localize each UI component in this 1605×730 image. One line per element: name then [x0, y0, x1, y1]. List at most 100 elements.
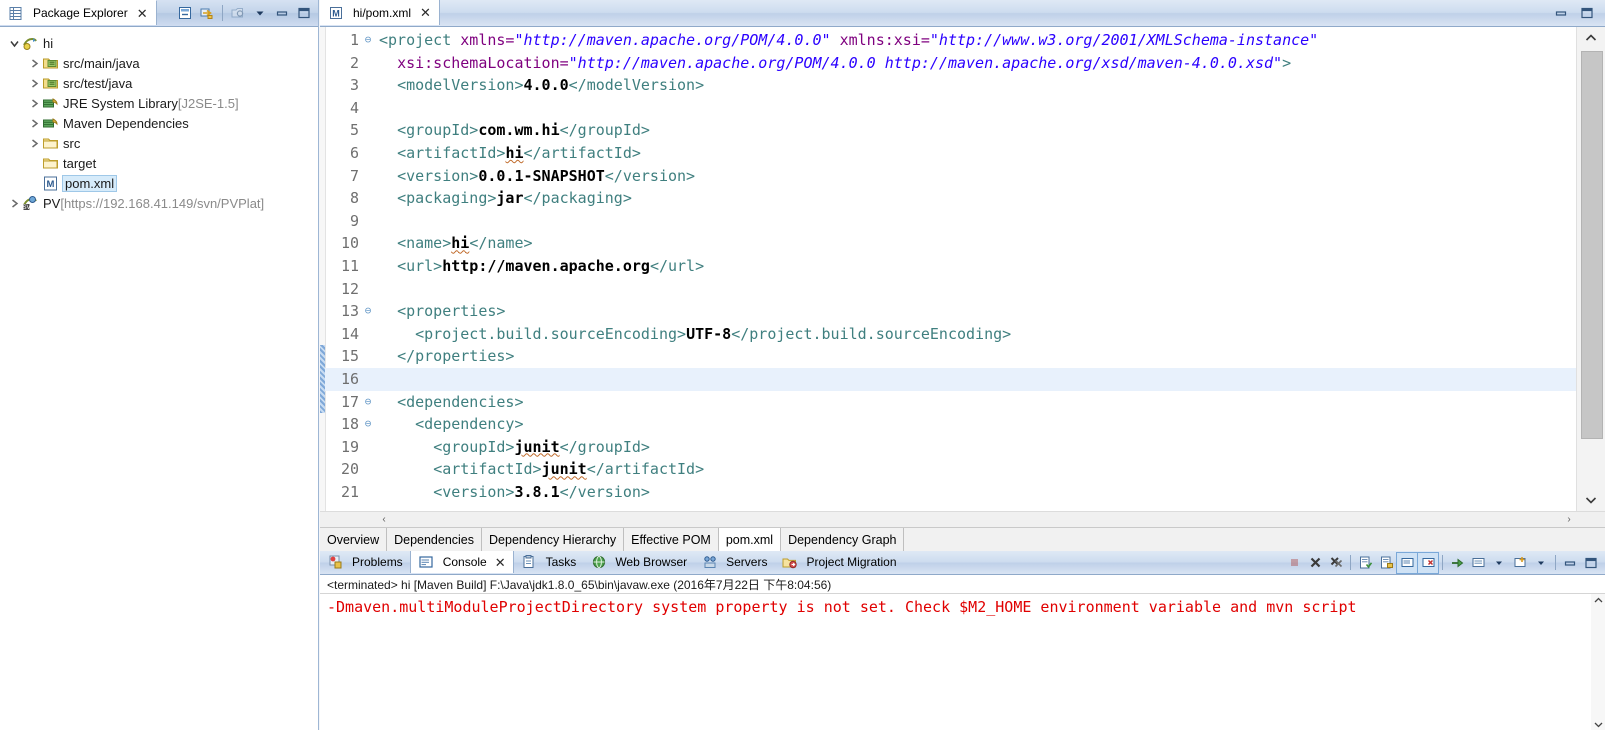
console-tab-console[interactable]: Console ✕: [409, 551, 514, 573]
fold-collapse-icon[interactable]: ⊖: [361, 29, 375, 52]
console-tab-project-migration[interactable]: Project Migration: [774, 551, 903, 573]
chevron-right-icon[interactable]: [26, 75, 42, 91]
tree-item-maven-dependencies[interactable]: Maven Dependencies: [0, 113, 318, 133]
code-scroll-region[interactable]: 1 ⊖ <project xmlns="http://maven.apache.or…: [325, 27, 1577, 511]
tab-package-explorer[interactable]: Package Explorer ✕: [0, 0, 157, 25]
chevron-right-icon[interactable]: [6, 195, 22, 211]
tree-item-pv[interactable]: SV PV [https://192.168.41.149/svn/PVPlat]: [0, 193, 318, 213]
form-tab-effective-pom[interactable]: Effective POM: [624, 528, 719, 551]
code-text: <dependencies>: [397, 392, 524, 411]
project-tree[interactable]: hi src/main/java src/test/java JRE System L…: [0, 27, 318, 213]
tree-item-hi[interactable]: hi: [0, 33, 318, 53]
code-line[interactable]: 9: [325, 210, 1577, 233]
fold-collapse-icon[interactable]: ⊖: [361, 391, 375, 414]
code-lines[interactable]: 1 ⊖ <project xmlns="http://maven.apache.or…: [325, 27, 1577, 503]
terminate-icon[interactable]: [1284, 553, 1304, 573]
scroll-up-icon[interactable]: [1577, 27, 1605, 49]
form-tab-dependencies[interactable]: Dependencies: [387, 528, 483, 551]
chevron-down-icon[interactable]: [6, 35, 22, 51]
console-vertical-scrollbar[interactable]: [1591, 594, 1605, 730]
code-line[interactable]: 18 ⊖ <dependency>: [325, 413, 1577, 436]
code-line[interactable]: 6 <artifactId>hi</artifactId>: [325, 142, 1577, 165]
code-line[interactable]: 13 ⊖ <properties>: [325, 300, 1577, 323]
scroll-lock-icon[interactable]: [1376, 553, 1396, 573]
code-line[interactable]: 5 <groupId>com.wm.hi</groupId>: [325, 119, 1577, 142]
problems-icon: [327, 554, 344, 570]
maximize-icon[interactable]: [294, 3, 314, 23]
code-line[interactable]: 17 ⊖ <dependencies>: [325, 391, 1577, 414]
editor-vertical-scrollbar[interactable]: [1576, 27, 1605, 511]
code-line[interactable]: 21 <version>3.8.1</version>: [325, 481, 1577, 504]
console-output[interactable]: -Dmaven.multiModuleProjectDirectory syst…: [320, 593, 1605, 730]
tree-item-src-main-java[interactable]: src/main/java: [0, 53, 318, 73]
minimize-icon[interactable]: [1560, 553, 1580, 573]
display-console-dropdown-icon[interactable]: [1489, 553, 1509, 573]
minimize-icon[interactable]: [1551, 3, 1571, 23]
fold-collapse-icon[interactable]: ⊖: [361, 300, 375, 323]
code-line[interactable]: 15 </properties>: [325, 345, 1577, 368]
show-console-icon[interactable]: [1396, 551, 1418, 574]
form-tab-overview[interactable]: Overview: [320, 528, 388, 551]
line-number: 20: [340, 460, 359, 479]
scrollbar-thumb[interactable]: [1581, 51, 1603, 439]
collapse-all-icon[interactable]: [175, 3, 195, 23]
form-tab-dependency-hierarchy[interactable]: Dependency Hierarchy: [482, 528, 625, 551]
chevron-right-icon[interactable]: [26, 115, 42, 131]
remove-all-terminated-icon[interactable]: [1326, 553, 1346, 573]
code-line[interactable]: 4: [325, 97, 1577, 120]
view-menu-focus-icon[interactable]: [228, 3, 248, 23]
editor-horizontal-scrollbar[interactable]: ‹ ›: [320, 511, 1605, 527]
tree-item-src-test-java[interactable]: src/test/java: [0, 73, 318, 93]
code-line[interactable]: 12: [325, 278, 1577, 301]
clear-console-icon[interactable]: [1355, 553, 1375, 573]
tree-item-src[interactable]: src: [0, 133, 318, 153]
tab-hi-pom-xml[interactable]: M hi/pom.xml ✕: [320, 0, 440, 25]
tree-item-jre-system-library[interactable]: JRE System Library [J2SE-1.5]: [0, 93, 318, 113]
maximize-icon[interactable]: [1577, 3, 1597, 23]
console-tab-tasks[interactable]: Tasks: [514, 551, 584, 573]
link-with-editor-icon[interactable]: [197, 3, 217, 23]
chevron-right-icon[interactable]: [26, 135, 42, 151]
chevron-down-icon[interactable]: [250, 3, 270, 23]
chevron-right-icon[interactable]: [26, 95, 42, 111]
close-icon[interactable]: ✕: [137, 7, 148, 20]
scroll-down-icon[interactable]: [1577, 489, 1605, 511]
pin-console-icon[interactable]: [1447, 553, 1467, 573]
hscroll-left-icon[interactable]: ‹: [376, 512, 392, 527]
code-line[interactable]: 3 <modelVersion>4.0.0</modelVersion>: [325, 74, 1577, 97]
code-line[interactable]: 10 <name>hi</name>: [325, 232, 1577, 255]
editor-form-tabs[interactable]: Overview Dependencies Dependency Hierarchy…: [320, 527, 1605, 551]
code-line[interactable]: 8 <packaging>jar</packaging>: [325, 187, 1577, 210]
code-line[interactable]: 20 <artifactId>junit</artifactId>: [325, 458, 1577, 481]
scroll-up-icon[interactable]: [1591, 594, 1605, 606]
close-icon[interactable]: ✕: [495, 556, 506, 569]
display-selected-console-icon[interactable]: [1468, 553, 1488, 573]
code-editor[interactable]: 1 ⊖ <project xmlns="http://maven.apache.or…: [320, 27, 1605, 511]
code-line[interactable]: 2 xsi:schemaLocation="http://maven.apach…: [325, 52, 1577, 75]
close-console-icon[interactable]: [1417, 551, 1439, 574]
hscroll-right-icon[interactable]: ›: [1561, 512, 1577, 527]
open-console-dropdown-icon[interactable]: [1531, 553, 1551, 573]
minimize-icon[interactable]: [272, 3, 292, 23]
code-line[interactable]: 16: [325, 367, 1577, 391]
code-line[interactable]: 7 <version>0.0.1-SNAPSHOT</version>: [325, 165, 1577, 188]
code-line[interactable]: 1 ⊖ <project xmlns="http://maven.apache.or…: [325, 29, 1577, 52]
tree-item-target[interactable]: target: [0, 153, 318, 173]
fold-collapse-icon[interactable]: ⊖: [361, 413, 375, 436]
remove-launch-icon[interactable]: [1305, 553, 1325, 573]
chevron-right-icon[interactable]: [26, 55, 42, 71]
form-tab-pom-xml[interactable]: pom.xml: [718, 528, 782, 551]
console-tab-servers[interactable]: Servers: [694, 551, 774, 573]
code-line[interactable]: 14 <project.build.sourceEncoding>UTF-8</…: [325, 323, 1577, 346]
maximize-icon[interactable]: [1581, 553, 1601, 573]
code-line[interactable]: 11 <url>http://maven.apache.org</url>: [325, 255, 1577, 278]
console-tab-web-browser[interactable]: Web Browser: [583, 551, 694, 573]
form-tab-dependency-graph[interactable]: Dependency Graph: [781, 528, 905, 551]
close-icon[interactable]: ✕: [420, 6, 431, 19]
open-console-icon[interactable]: [1510, 553, 1530, 573]
scroll-down-icon[interactable]: [1591, 718, 1605, 730]
console-tab-problems[interactable]: Problems: [320, 551, 410, 573]
code-line[interactable]: 19 <groupId>junit</groupId>: [325, 436, 1577, 459]
tree-item-pom-xml[interactable]: Mpom.xml: [0, 173, 318, 193]
